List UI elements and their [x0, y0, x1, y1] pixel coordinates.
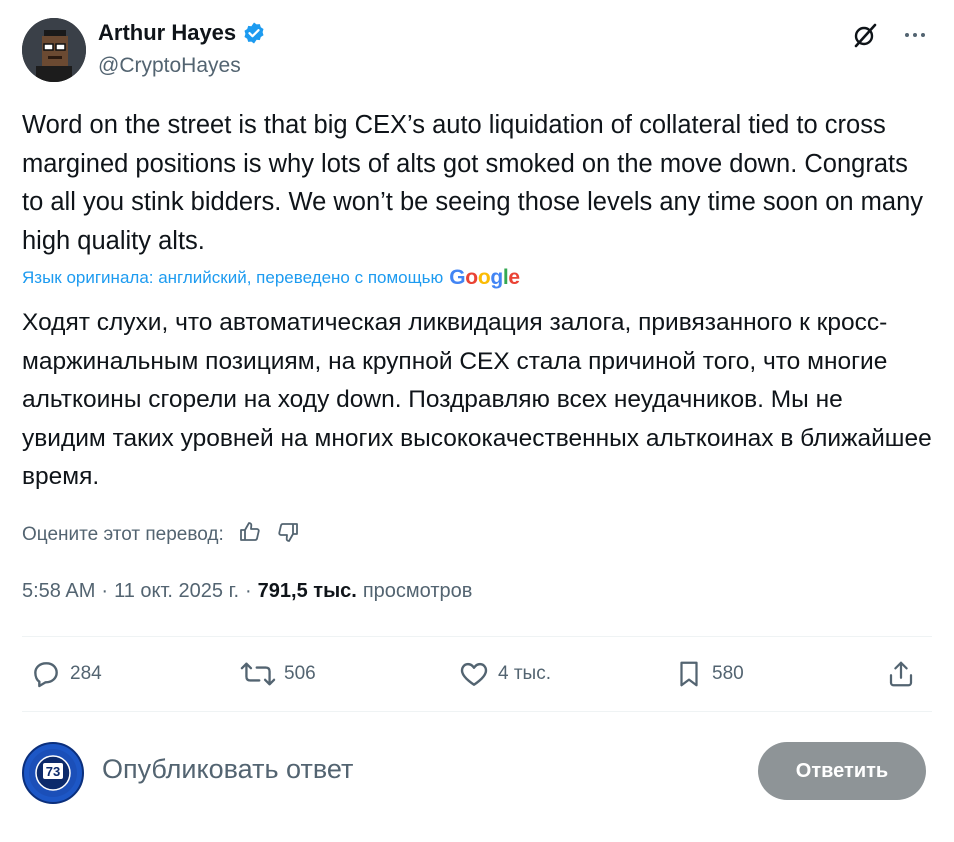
reply-count: 284: [70, 663, 102, 684]
grok-icon[interactable]: [852, 22, 878, 53]
meta-separator: ·: [245, 580, 252, 602]
repost-action[interactable]: 506: [240, 652, 316, 696]
heart-icon: [460, 662, 488, 686]
like-count: 4 тыс.: [498, 663, 551, 684]
reply-submit-button[interactable]: Ответить: [758, 742, 926, 800]
reply-input[interactable]: Опубликовать ответ: [102, 754, 353, 785]
tweet-time[interactable]: 5:58 AM: [22, 580, 95, 603]
divider: [22, 636, 932, 637]
views-count: 791,5 тыс.: [257, 580, 357, 602]
translation-label: Язык оригинала: английский, переведено с…: [22, 268, 444, 287]
repost-count: 506: [284, 663, 316, 684]
share-action[interactable]: [886, 652, 916, 696]
thumbs-up-icon[interactable]: [238, 520, 262, 550]
views-label: просмотров: [362, 580, 473, 602]
author-avatar[interactable]: [22, 18, 86, 82]
action-bar: 284 506 4 тыс. 580: [22, 652, 922, 696]
tweet-date[interactable]: 11 окт. 2025 г.: [114, 580, 239, 603]
tweet-meta: 5:58 AM · 11 окт. 2025 г. · 791,5 тыс. п…: [22, 580, 472, 603]
verified-badge-icon[interactable]: [242, 21, 266, 45]
more-options-icon[interactable]: [902, 22, 928, 53]
user-avatar-text: 73: [46, 764, 60, 779]
share-icon: [889, 661, 913, 687]
thumbs-down-icon[interactable]: [276, 520, 300, 550]
divider: [22, 711, 932, 712]
bookmark-action[interactable]: 580: [674, 652, 744, 696]
reply-action[interactable]: 284: [30, 652, 102, 696]
meta-separator: ·: [101, 580, 109, 602]
translated-text: Ходят слухи, что автоматическая ликвидац…: [22, 309, 932, 490]
author-handle[interactable]: @CryptoHayes: [98, 54, 241, 78]
reply-composer: 73 Опубликовать ответ Ответить: [22, 742, 932, 804]
google-logo: Google: [449, 266, 520, 289]
bookmark-icon: [680, 661, 698, 687]
tweet-text: Word on the street is that big CEX’s aut…: [22, 111, 924, 255]
translation-attribution[interactable]: Язык оригинала: английский, переведено с…: [22, 266, 520, 290]
bookmark-count: 580: [712, 663, 744, 684]
user-avatar[interactable]: 73: [22, 742, 84, 804]
reply-icon: [34, 662, 58, 688]
repost-icon: [240, 662, 276, 686]
like-action[interactable]: 4 тыс.: [458, 652, 551, 696]
rate-translation-label: Оцените этот перевод:: [22, 524, 224, 545]
author-name[interactable]: Arthur Hayes: [98, 20, 236, 46]
